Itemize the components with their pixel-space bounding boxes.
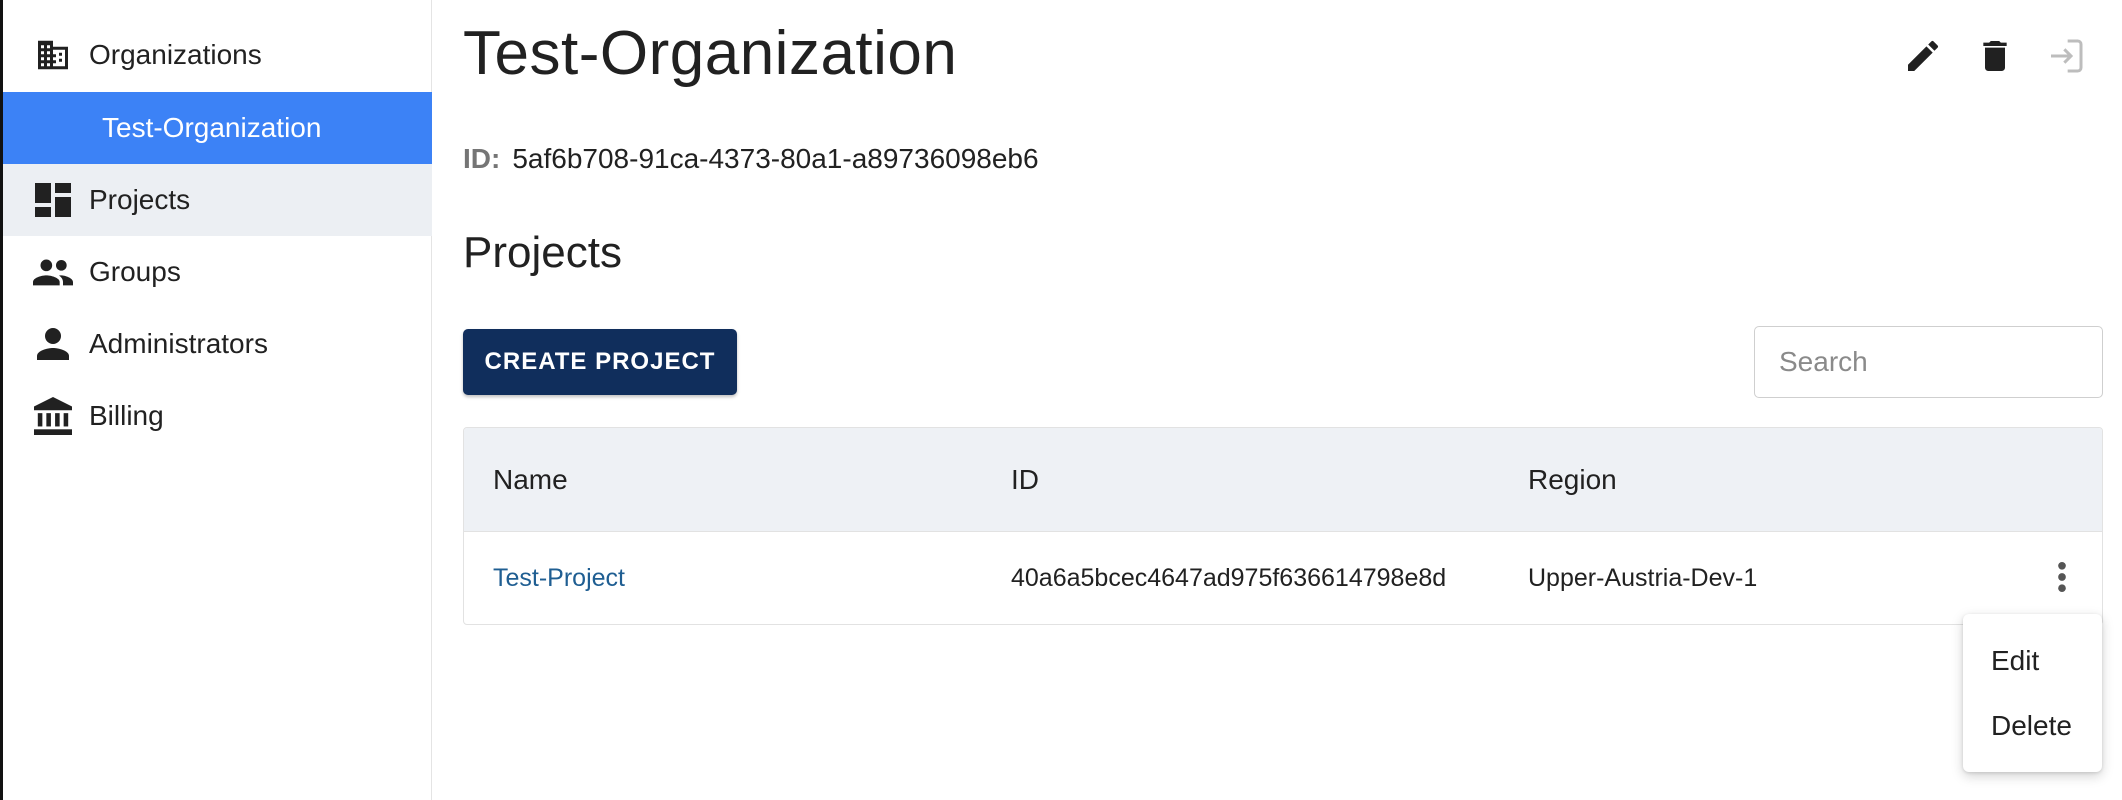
organization-id: ID: 5af6b708-91ca-4373-80a1-a89736098eb6 xyxy=(463,143,1039,175)
building-icon xyxy=(33,37,73,73)
sidebar-item-administrators[interactable]: Administrators xyxy=(3,308,432,380)
sidebar-item-groups[interactable]: Groups xyxy=(3,236,432,308)
sidebar-item-label: Organizations xyxy=(89,39,262,70)
column-header-region[interactable]: Region xyxy=(1528,464,1617,496)
sidebar-item-label: Groups xyxy=(89,256,181,287)
menu-item-edit[interactable]: Edit xyxy=(1991,645,2039,677)
id-value: 5af6b708-91ca-4373-80a1-a89736098eb6 xyxy=(512,143,1039,174)
column-header-id[interactable]: ID xyxy=(1011,464,1039,496)
project-id: 40a6a5bcec4647ad975f636614798e8d xyxy=(1011,564,1447,592)
column-header-name[interactable]: Name xyxy=(493,464,568,496)
row-action-menu: Edit Delete xyxy=(1963,614,2102,772)
edit-icon[interactable] xyxy=(1903,36,1943,76)
exit-icon[interactable] xyxy=(2046,36,2086,76)
sidebar-item-label: Test-Organization xyxy=(102,112,322,143)
sidebar: Organizations Test-Organization Projects… xyxy=(0,0,432,800)
sidebar-item-label: Administrators xyxy=(89,328,268,359)
page-title: Test-Organization xyxy=(463,19,958,88)
people-icon xyxy=(33,254,73,290)
sidebar-item-label: Projects xyxy=(89,184,191,215)
project-name-link[interactable]: Test-Project xyxy=(493,564,625,593)
create-project-button[interactable]: CREATE PROJECT xyxy=(463,329,737,395)
bank-icon xyxy=(33,397,73,435)
sidebar-item-billing[interactable]: Billing xyxy=(3,380,432,452)
sidebar-item-organizations[interactable]: Organizations xyxy=(3,19,432,91)
more-vert-icon[interactable] xyxy=(2050,557,2074,597)
projects-table: Name ID Region Test-Project 40a6a5bcec46… xyxy=(463,427,2103,625)
table-header: Name ID Region xyxy=(464,428,2102,532)
delete-icon[interactable] xyxy=(1975,36,2015,76)
person-icon xyxy=(33,326,73,362)
project-region: Upper-Austria-Dev-1 xyxy=(1528,564,1758,592)
dashboard-icon xyxy=(33,182,73,218)
sidebar-item-projects[interactable]: Projects xyxy=(3,164,432,236)
menu-item-delete[interactable]: Delete xyxy=(1991,710,2072,742)
search-input[interactable] xyxy=(1754,326,2103,398)
sidebar-item-test-organization[interactable]: Test-Organization xyxy=(3,92,432,164)
id-label: ID: xyxy=(463,143,501,174)
sidebar-item-label: Billing xyxy=(89,400,164,431)
table-row: Test-Project 40a6a5bcec4647ad975f6366147… xyxy=(464,531,2102,624)
projects-heading: Projects xyxy=(463,228,622,277)
